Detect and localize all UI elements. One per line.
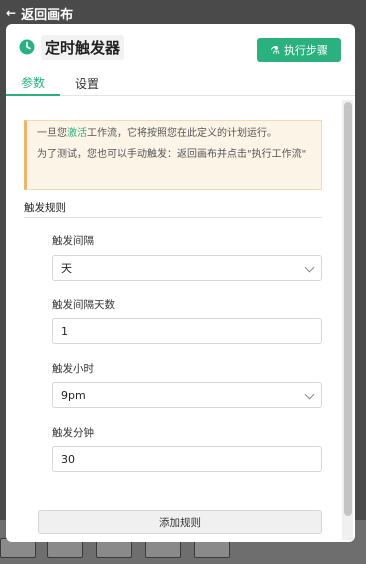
tab-parameters[interactable]: 参数 [6,70,60,96]
activate-link[interactable]: 激活 [67,128,87,139]
minute-input[interactable]: 30 [52,446,322,472]
activation-notice: 一旦您激活工作流，它将按照您在此定义的计划运行。 为了测试，您也可以手动触发：返… [24,120,322,190]
interval-select-value: 天 [61,262,72,275]
back-to-canvas-link[interactable]: ← 返回画布 [0,0,366,26]
scrollbar-thumb[interactable] [344,102,352,516]
run-step-label: 执行步骤 [283,45,328,57]
hour-select[interactable]: 9pm [52,382,322,408]
panel-header: 定时触发器 ⚗ 执行步骤 [6,24,355,70]
interval-days-input[interactable]: 1 [52,318,322,344]
minute-value: 30 [61,452,75,466]
back-label: 返回画布 [21,7,74,23]
field-label-interval-days: 触发间隔天数 [52,299,115,311]
hour-select-value: 9pm [61,388,86,402]
flask-icon: ⚗ [270,44,280,57]
interval-days-value: 1 [61,324,68,338]
field-label-minute: 触发分钟 [52,427,94,439]
field-label-hour: 触发小时 [52,363,94,375]
tab-bar: 参数 设置 [6,70,355,96]
panel-title[interactable]: 定时触发器 [41,34,125,60]
interval-select[interactable]: 天 [52,255,322,281]
back-arrow-icon: ← [6,6,17,20]
section-title: 触发规则 [24,200,322,218]
add-rule-button[interactable]: 添加规则 [38,510,322,534]
clock-icon [19,39,35,55]
notice-line-1-prefix: 一旦您 [37,128,67,139]
chevron-down-icon [304,262,315,273]
notice-line-1-suffix: 工作流，它将按照您在此定义的计划运行。 [87,128,277,139]
node-settings-panel: 定时触发器 ⚗ 执行步骤 参数 设置 一旦您激活工作流，它将按照您在此定义的计划… [6,24,355,542]
field-label-interval: 触发间隔 [52,235,94,247]
panel-content: 一旦您激活工作流，它将按照您在此定义的计划运行。 为了测试，您也可以手动触发：返… [6,97,355,542]
run-step-button[interactable]: ⚗ 执行步骤 [257,38,341,62]
notice-line-1: 一旦您激活工作流，它将按照您在此定义的计划运行。 [37,127,311,140]
tab-settings[interactable]: 设置 [60,70,114,96]
chevron-down-icon [304,389,315,400]
notice-line-2: 为了测试，您也可以手动触发：返回画布并点击"执行工作流" [37,149,307,160]
